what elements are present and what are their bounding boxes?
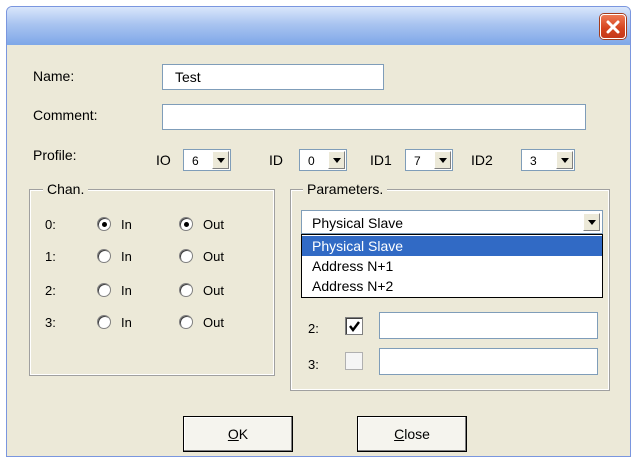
chevron-down-icon[interactable]: [328, 151, 345, 169]
chan-out-label: Out: [203, 217, 224, 232]
io-label: IO: [156, 152, 171, 168]
name-field[interactable]: Test: [162, 64, 384, 90]
parameters-group-title: Parameters.: [303, 181, 388, 197]
chevron-down-icon[interactable]: [212, 151, 229, 169]
io-select[interactable]: 6: [183, 149, 231, 171]
chan-row-number: 2:: [45, 283, 56, 298]
id-value: 0: [308, 154, 315, 168]
close-label: lose: [404, 426, 430, 442]
option-physical-slave[interactable]: Physical Slave: [302, 236, 602, 256]
io-value: 6: [192, 154, 199, 168]
chan-out-label: Out: [203, 283, 224, 298]
parameters-dropdown-list: Physical Slave Address N+1 Address N+2: [301, 234, 603, 298]
chan-row-number: 3:: [45, 315, 56, 330]
param-row3-field[interactable]: [379, 348, 598, 375]
chan-out-radio[interactable]: [179, 315, 193, 329]
ok-label: K: [238, 426, 249, 442]
chan-out-label: Out: [203, 249, 224, 264]
chan-in-label: In: [121, 217, 132, 232]
id1-label: ID1: [370, 152, 392, 168]
param-row2-checkbox[interactable]: [345, 317, 363, 335]
param-row3-label: 3:: [308, 357, 319, 372]
option-address-n2[interactable]: Address N+2: [302, 276, 602, 296]
parameters-selected-value: Physical Slave: [312, 215, 404, 231]
chan-in-label: In: [121, 283, 132, 298]
option-address-n1[interactable]: Address N+1: [302, 256, 602, 276]
parameters-select[interactable]: Physical Slave: [301, 210, 603, 234]
id-select[interactable]: 0: [299, 149, 347, 171]
chan-in-radio[interactable]: [97, 315, 111, 329]
param-row2-label: 2:: [308, 321, 319, 336]
chan-group-title: Chan.: [43, 181, 89, 197]
chan-row-number: 1:: [45, 249, 56, 264]
chevron-down-icon[interactable]: [583, 213, 600, 231]
title-bar: [7, 7, 630, 45]
ok-button[interactable]: OK: [183, 416, 293, 452]
chan-in-radio[interactable]: [97, 217, 111, 231]
profile-label: Profile:: [33, 147, 77, 163]
id1-select[interactable]: 7: [405, 149, 453, 171]
chevron-down-icon[interactable]: [434, 151, 451, 169]
ok-mnemonic: O: [227, 426, 239, 442]
name-label: Name:: [33, 68, 75, 84]
close-dialog-button[interactable]: Close: [357, 416, 467, 452]
close-mnemonic: C: [394, 426, 405, 442]
id2-select[interactable]: 3: [521, 149, 575, 171]
close-button[interactable]: [600, 14, 626, 39]
chan-in-radio[interactable]: [97, 249, 111, 263]
comment-field[interactable]: [162, 104, 586, 130]
radio-dot: [184, 222, 189, 227]
id-label: ID: [269, 152, 283, 168]
chan-out-radio[interactable]: [179, 217, 193, 231]
chan-group: [29, 189, 275, 376]
id1-value: 7: [414, 154, 421, 168]
param-row2-field[interactable]: [379, 312, 598, 339]
chan-out-radio[interactable]: [179, 249, 193, 263]
chan-out-radio[interactable]: [179, 283, 193, 297]
comment-label: Comment:: [33, 107, 98, 123]
chan-in-label: In: [121, 315, 132, 330]
dialog-window: Name: Test Comment: Profile: IO 6 ID 0 I…: [6, 6, 631, 457]
id2-value: 3: [530, 154, 537, 168]
chan-out-label: Out: [203, 315, 224, 330]
chan-in-label: In: [121, 249, 132, 264]
chevron-down-icon[interactable]: [556, 151, 573, 169]
radio-dot: [102, 222, 107, 227]
chan-in-radio[interactable]: [97, 283, 111, 297]
id2-label: ID2: [471, 152, 493, 168]
param-row3-checkbox[interactable]: [345, 352, 363, 370]
chan-row-number: 0:: [45, 217, 56, 232]
